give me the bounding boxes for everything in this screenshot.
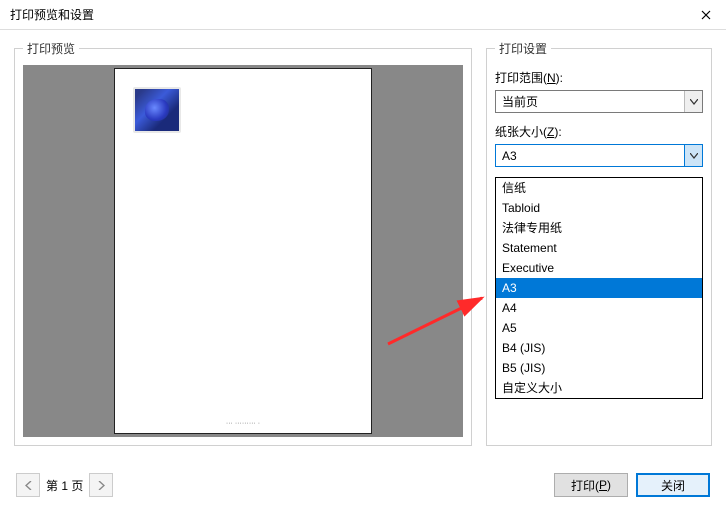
close-icon[interactable] (686, 0, 726, 30)
paper-size-option[interactable]: A3 (496, 278, 702, 298)
paper-size-option[interactable]: Statement (496, 238, 702, 258)
prev-page-button[interactable] (16, 473, 40, 497)
paper-size-option[interactable]: Executive (496, 258, 702, 278)
print-range-label: 打印范围(N): (495, 69, 703, 86)
preview-page-caption: ··· ········· · (115, 420, 371, 427)
paper-size-label: 纸张大小(Z): (495, 123, 703, 140)
print-range-select[interactable]: 当前页 (495, 90, 703, 113)
paper-size-option[interactable]: 信纸 (496, 178, 702, 198)
preview-canvas: ··· ········· · (23, 65, 463, 437)
chevron-down-icon (684, 91, 702, 112)
preview-page: ··· ········· · (114, 68, 372, 434)
print-settings-group: 打印设置 打印范围(N): 当前页 纸张大小(Z): A3 信纸Tabloid法… (486, 40, 712, 446)
settings-legend: 打印设置 (495, 40, 551, 57)
paper-size-option[interactable]: B4 (JIS) (496, 338, 702, 358)
paper-size-option[interactable]: B5 (JIS) (496, 358, 702, 378)
print-button[interactable]: 打印(P) (554, 473, 628, 497)
preview-thumbnail (133, 87, 181, 133)
close-button[interactable]: 关闭 (636, 473, 710, 497)
print-preview-group: 打印预览 ··· ········· · (14, 40, 472, 446)
paper-size-dropdown[interactable]: 信纸Tabloid法律专用纸StatementExecutiveA3A4A5B4… (495, 177, 703, 399)
paper-size-value: A3 (502, 149, 517, 163)
paper-size-option[interactable]: A4 (496, 298, 702, 318)
chevron-down-icon (684, 145, 702, 166)
next-page-button[interactable] (89, 473, 113, 497)
pager: 第 1 页 (16, 473, 113, 497)
paper-size-option[interactable]: 自定义大小 (496, 378, 702, 398)
preview-legend: 打印预览 (23, 40, 79, 57)
paper-size-option[interactable]: A5 (496, 318, 702, 338)
paper-size-option[interactable]: 法律专用纸 (496, 218, 702, 238)
window-title: 打印预览和设置 (10, 6, 94, 23)
print-range-value: 当前页 (502, 93, 538, 110)
paper-size-select[interactable]: A3 (495, 144, 703, 167)
paper-size-option[interactable]: Tabloid (496, 198, 702, 218)
pager-label: 第 1 页 (46, 477, 83, 494)
